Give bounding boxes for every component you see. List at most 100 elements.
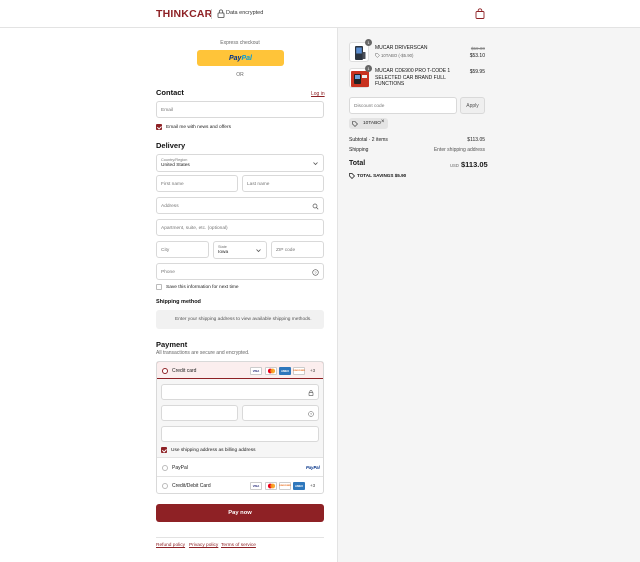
subtotal-label: Subtotal · 2 items xyxy=(349,137,388,143)
privacy-policy-link[interactable]: Privacy policy xyxy=(189,543,218,548)
discount-code-placeholder: Discount code xyxy=(354,103,385,109)
payment-methods: Credit card VISA AMEX DISCOVER +3 ? Use … xyxy=(156,361,324,494)
refund-policy-link[interactable]: Refund policy xyxy=(156,543,185,548)
mastercard-icon xyxy=(265,367,277,375)
first-name-field[interactable]: First name xyxy=(156,175,238,192)
zip-field[interactable]: ZIP code xyxy=(271,241,324,258)
lock-icon xyxy=(308,389,314,396)
product-name: MUCAR CDE900 PRO T-CODE 1 SELECTED CAR B… xyxy=(375,68,451,87)
payment-heading: Payment xyxy=(156,340,188,349)
apartment-field[interactable]: Apartment, suite, etc. (optional) xyxy=(156,219,324,236)
help-icon[interactable]: ? xyxy=(308,410,314,417)
credit-card-label: Credit card xyxy=(172,368,197,374)
tag-icon xyxy=(349,173,355,179)
phone-field[interactable]: Phone ? xyxy=(156,263,324,280)
name-on-card-field[interactable] xyxy=(161,426,319,442)
paypal-logo-text: PayPal xyxy=(229,54,252,62)
paypal-radio[interactable] xyxy=(162,464,168,471)
address-placeholder: Address xyxy=(161,203,179,209)
search-icon xyxy=(312,203,319,210)
state-label: State xyxy=(218,244,227,249)
billing-address-label: Use shipping address as billing address xyxy=(171,447,256,453)
discount-code-field[interactable]: Discount code xyxy=(349,97,457,114)
shopping-bag-icon[interactable] xyxy=(475,8,485,19)
more-cards-count: +3 xyxy=(310,483,316,488)
city-field[interactable]: City xyxy=(156,241,209,258)
more-cards-count: +3 xyxy=(310,368,316,373)
paypal-label: PayPal xyxy=(172,465,188,471)
total-label: Total xyxy=(349,160,366,167)
product-name: MUCAR DRIVERSCAN xyxy=(375,45,428,51)
scanner-kit-icon xyxy=(351,71,369,87)
original-price: $59.00 xyxy=(470,46,485,51)
product-price: $59.95 xyxy=(469,69,485,75)
login-link[interactable]: Log in xyxy=(311,91,325,97)
product-discount-meta: 10TABO (-$5.90) xyxy=(381,53,414,58)
billing-address-checkbox[interactable] xyxy=(161,447,167,453)
svg-text:?: ? xyxy=(310,412,312,416)
last-name-placeholder: Last name xyxy=(247,181,270,187)
lock-icon xyxy=(217,9,225,18)
news-offers-label: Email me with news and offers xyxy=(166,124,231,130)
mastercard-icon xyxy=(265,482,277,490)
pay-now-button[interactable]: Pay now xyxy=(156,504,324,522)
scanner-device-icon xyxy=(355,46,366,60)
discover-icon: DISCOVER xyxy=(293,367,305,375)
footer-divider xyxy=(156,537,324,538)
city-placeholder: City xyxy=(161,247,170,253)
shipping-value: Enter shipping address xyxy=(433,147,485,153)
chevron-down-icon xyxy=(256,249,261,253)
phone-placeholder: Phone xyxy=(161,269,175,275)
state-select[interactable]: State Iowa xyxy=(213,241,267,259)
credit-card-radio[interactable] xyxy=(162,367,168,374)
shipping-method-heading: Shipping method xyxy=(156,299,201,305)
quantity-badge: 1 xyxy=(365,65,372,72)
paypal-option[interactable]: PayPal PayPal xyxy=(157,459,323,476)
save-info-checkbox[interactable] xyxy=(156,284,162,290)
brand-logo[interactable]: THINKCAR xyxy=(156,8,212,20)
express-checkout-label: Express checkout xyxy=(220,40,260,46)
email-field[interactable]: Email xyxy=(156,101,324,118)
debit-card-radio[interactable] xyxy=(162,482,168,489)
debit-card-option[interactable]: Credit/Debit Card VISA DISCOVER AMEX +3 xyxy=(157,477,323,493)
top-header: THINKCAR Data encrypted xyxy=(0,0,640,28)
remove-discount-icon[interactable]: × xyxy=(381,119,385,125)
last-name-field[interactable]: Last name xyxy=(242,175,324,192)
country-label: Country/Region xyxy=(161,157,188,162)
debit-card-label: Credit/Debit Card xyxy=(172,483,211,489)
tag-icon xyxy=(352,120,358,127)
state-value: Iowa xyxy=(218,250,229,255)
terms-of-service-link[interactable]: Terms of service xyxy=(221,543,256,548)
zip-placeholder: ZIP code xyxy=(276,247,296,253)
news-offers-checkbox[interactable] xyxy=(156,124,162,130)
email-placeholder: Email xyxy=(161,107,173,113)
delivery-heading: Delivery xyxy=(156,141,186,150)
tag-icon xyxy=(375,53,380,58)
payment-subtitle: All transactions are secure and encrypte… xyxy=(156,350,250,356)
amex-icon: AMEX xyxy=(279,367,291,375)
shipping-method-note: Enter your shipping address to view avai… xyxy=(156,310,324,329)
discover-icon: DISCOVER xyxy=(279,482,291,490)
shipping-note-text: Enter your shipping address to view avai… xyxy=(175,317,312,322)
apply-discount-button[interactable]: Apply xyxy=(460,97,485,114)
address-field[interactable]: Address xyxy=(156,197,324,214)
country-value: United States xyxy=(161,163,190,168)
data-encrypted-text: Data encrypted xyxy=(226,10,264,16)
amex-icon: AMEX xyxy=(293,482,305,490)
or-divider: OR xyxy=(236,72,244,78)
expiration-date-field[interactable] xyxy=(161,405,238,421)
visa-icon: VISA xyxy=(250,482,262,490)
currency-code: USD xyxy=(450,163,459,168)
product-price: $53.10 xyxy=(469,53,485,59)
shipping-label: Shipping xyxy=(349,147,369,153)
paypal-express-button[interactable]: PayPal xyxy=(197,50,284,66)
security-code-field[interactable]: ? xyxy=(242,405,319,421)
save-info-label: Save this information for next time xyxy=(166,284,239,290)
credit-card-option[interactable]: Credit card VISA AMEX DISCOVER +3 xyxy=(157,362,323,379)
apartment-placeholder: Apartment, suite, etc. (optional) xyxy=(161,225,228,231)
header-divider xyxy=(211,9,212,19)
visa-icon: VISA xyxy=(250,367,262,375)
country-select[interactable]: Country/Region United States xyxy=(156,154,324,172)
help-icon[interactable]: ? xyxy=(312,269,319,276)
card-number-field[interactable] xyxy=(161,384,319,400)
